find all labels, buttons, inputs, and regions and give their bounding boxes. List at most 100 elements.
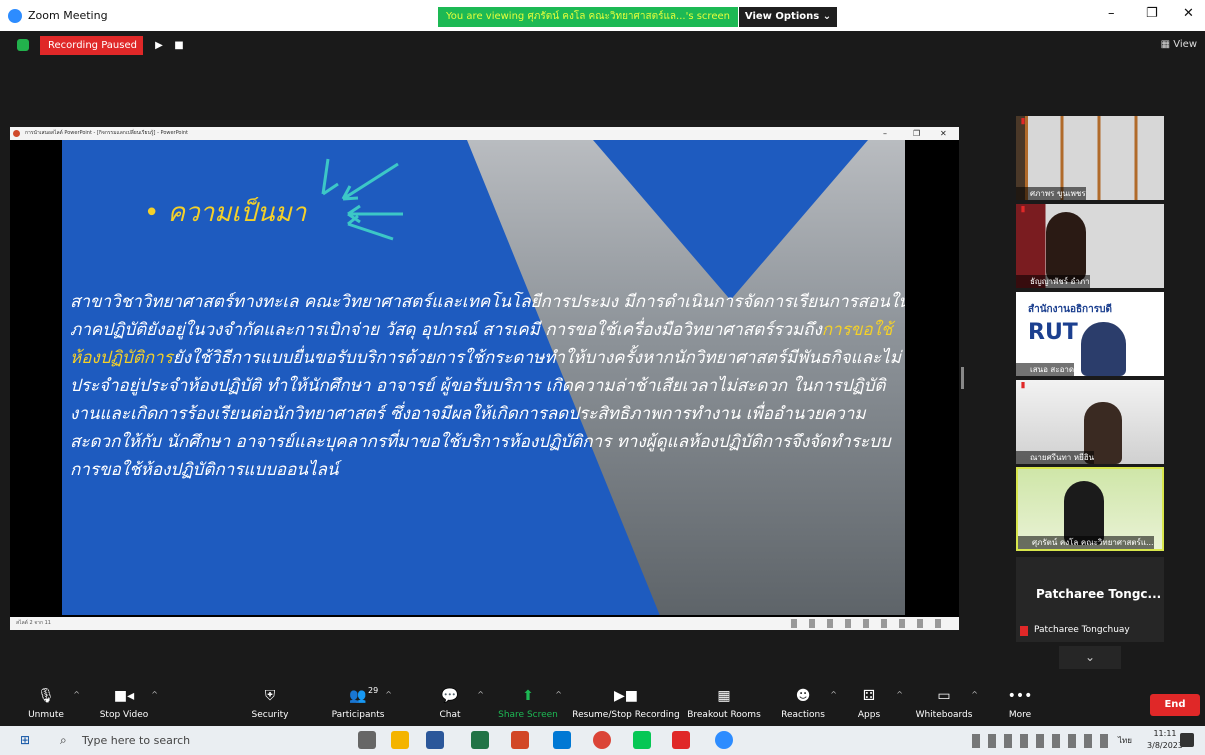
participants-label: Participants bbox=[331, 710, 385, 720]
unmute-label: Unmute bbox=[28, 710, 64, 720]
meeting-toolbar: 🎙 ^ Unmute ■◂ ^ Stop Video ⛨ Security 👥 29… bbox=[0, 682, 1205, 726]
breakout-rooms-button[interactable]: ▦ Breakout Rooms bbox=[684, 682, 764, 726]
muted-mic-icon bbox=[1021, 382, 1025, 389]
more-button[interactable]: ••• More bbox=[980, 682, 1060, 726]
shared-screen: การนำเสนอสไลด์ PowerPoint - [กิจกรรมแลกเ… bbox=[10, 127, 959, 630]
slide: • ความเป็นมา สาขาวิชาวิทยาศาสตร์ทางทะเล … bbox=[62, 140, 905, 615]
security-shield-icon: ⛨ bbox=[264, 688, 276, 704]
view-label: View bbox=[1173, 39, 1197, 50]
chevron-up-icon[interactable]: ^ bbox=[73, 690, 80, 699]
word-icon[interactable] bbox=[426, 731, 444, 749]
participant-name: Patcharee Tongchuay bbox=[1034, 625, 1130, 635]
rut-logo: RUT bbox=[1028, 320, 1078, 345]
participant-video bbox=[1081, 322, 1126, 376]
chrome-icon[interactable] bbox=[593, 731, 611, 749]
participant-name: เสนอ สะอาด bbox=[1016, 363, 1075, 376]
slide-counter: สไลด์ 2 จาก 11 bbox=[16, 620, 51, 626]
outlook-icon[interactable] bbox=[553, 731, 571, 749]
stop-video-button[interactable]: ■◂ ^ Stop Video bbox=[84, 682, 164, 726]
whiteboards-label: Whiteboards bbox=[915, 710, 973, 720]
breakout-rooms-label: Breakout Rooms bbox=[687, 710, 761, 720]
resume-recording-button[interactable]: ▶ bbox=[150, 36, 168, 55]
breakout-rooms-icon: ▦ bbox=[717, 688, 731, 704]
recording-controls-icon: ▶■ bbox=[614, 688, 638, 704]
taskbar-clock[interactable]: 11:11 3/8/2023 bbox=[1145, 728, 1185, 752]
view-controls-icon[interactable] bbox=[791, 619, 951, 628]
input-language[interactable]: ไทย bbox=[1118, 734, 1132, 747]
chevron-up-icon[interactable]: ^ bbox=[896, 690, 903, 699]
recording-status: Recording Paused bbox=[40, 36, 143, 55]
participant-display-name: Patcharee Tongc... bbox=[1036, 587, 1162, 601]
zoom-logo-icon bbox=[8, 9, 22, 23]
notification-icon[interactable] bbox=[1180, 733, 1194, 747]
participant-video bbox=[1046, 212, 1086, 282]
ppt-close-button[interactable]: ✕ bbox=[940, 127, 947, 140]
powerpoint-taskbar-icon[interactable] bbox=[511, 731, 529, 749]
system-tray-icons[interactable] bbox=[972, 734, 1108, 748]
search-icon: ⌕ bbox=[60, 733, 67, 747]
chevron-up-icon[interactable]: ^ bbox=[385, 690, 392, 699]
security-label: Security bbox=[251, 710, 289, 720]
chevron-up-icon[interactable]: ^ bbox=[477, 690, 484, 699]
recording-bar: Recording Paused ▶ ■ ▦ View bbox=[0, 31, 1205, 59]
apps-button[interactable]: ⚃ ^ Apps bbox=[829, 682, 909, 726]
participant-tile-no-video[interactable]: Patcharee Tongc... Patcharee Tongchuay bbox=[1016, 557, 1164, 642]
resume-stop-recording-button[interactable]: ▶■ Resume/Stop Recording bbox=[570, 682, 682, 726]
chevron-down-icon[interactable]: ⌄ bbox=[1059, 646, 1121, 669]
participant-tile[interactable]: สำนักงานอธิการบดี RUT เสนอ สะอาด bbox=[1016, 292, 1164, 376]
restore-button[interactable]: ❐ bbox=[1146, 6, 1158, 21]
chat-label: Chat bbox=[439, 710, 461, 720]
ppt-titlebar: การนำเสนอสไลด์ PowerPoint - [กิจกรรมแลกเ… bbox=[10, 127, 959, 140]
ppt-statusbar: สไลด์ 2 จาก 11 bbox=[10, 617, 959, 630]
chevron-up-icon[interactable]: ^ bbox=[151, 690, 158, 699]
ppt-minimize-button[interactable]: – bbox=[883, 127, 887, 140]
windows-start-icon[interactable]: ⊞ bbox=[20, 733, 35, 748]
apps-label: Apps bbox=[857, 710, 881, 720]
chevron-up-icon[interactable]: ^ bbox=[555, 690, 562, 699]
file-explorer-icon[interactable] bbox=[391, 731, 409, 749]
zoom-taskbar-icon[interactable] bbox=[715, 731, 733, 749]
share-screen-label: Share Screen bbox=[498, 710, 558, 720]
slide-body-text-2: ยังใช้วิธีการแบบยื่นขอรับบริการด้วยการใช… bbox=[70, 348, 901, 480]
window-titlebar: Zoom Meeting You are viewing ศุภรัตน์ คง… bbox=[0, 0, 1205, 31]
chevron-up-icon[interactable]: ^ bbox=[971, 690, 978, 699]
minimize-button[interactable]: – bbox=[1108, 6, 1115, 21]
end-meeting-button[interactable]: End bbox=[1150, 694, 1200, 716]
panel-resize-handle[interactable] bbox=[961, 367, 964, 389]
more-dots-icon: ••• bbox=[1007, 688, 1033, 704]
participant-tile[interactable]: ธัญญาพัชร์ อำภา bbox=[1016, 204, 1164, 288]
excel-icon[interactable] bbox=[471, 731, 489, 749]
task-view-icon[interactable] bbox=[358, 731, 376, 749]
office-header: สำนักงานอธิการบดี bbox=[1028, 304, 1112, 315]
muted-mic-icon bbox=[1021, 206, 1025, 213]
share-screen-button[interactable]: ⬆ ^ Share Screen bbox=[488, 682, 568, 726]
slide-bullet: • ความเป็นมา bbox=[144, 198, 307, 228]
participants-button[interactable]: 👥 29 ^ Participants bbox=[318, 682, 398, 726]
windows-taskbar: ⊞ ⌕ Type here to search ไทย 11:11 3/8/20… bbox=[0, 726, 1205, 755]
stop-recording-button[interactable]: ■ bbox=[170, 36, 188, 55]
stop-video-label: Stop Video bbox=[99, 710, 149, 720]
whiteboards-button[interactable]: ▭ ^ Whiteboards bbox=[904, 682, 984, 726]
participant-tile-active-speaker[interactable]: ศุภรัตน์ คงโล คณะวิทยาศาสตร์แ... bbox=[1016, 467, 1164, 551]
ppt-restore-button[interactable]: ❐ bbox=[913, 127, 920, 140]
participant-tile[interactable]: ศภาพร ขุนเพชร bbox=[1016, 116, 1164, 200]
taskbar-search[interactable]: ⌕ Type here to search bbox=[50, 730, 350, 751]
close-button[interactable]: ✕ bbox=[1183, 6, 1194, 21]
line-icon[interactable] bbox=[633, 731, 651, 749]
participants-count: 29 bbox=[368, 686, 379, 695]
shield-icon[interactable] bbox=[17, 39, 29, 51]
more-label: More bbox=[1008, 710, 1032, 720]
chat-button[interactable]: 💬 ^ Chat bbox=[410, 682, 490, 726]
security-button[interactable]: ⛨ Security bbox=[230, 682, 310, 726]
viewing-screen-banner: You are viewing ศุภรัตน์ คงโล คณะวิทยาศา… bbox=[438, 7, 738, 27]
participant-tile[interactable]: ณายศรีนทา หยีฮิน bbox=[1016, 380, 1164, 464]
search-placeholder: Type here to search bbox=[82, 734, 191, 747]
slide-body-text-1: สาขาวิชาวิทยาศาสตร์ทางทะเล คณะวิทยาศาสตร… bbox=[70, 292, 905, 340]
powerpoint-icon bbox=[13, 130, 20, 137]
acrobat-icon[interactable] bbox=[672, 731, 690, 749]
resume-stop-recording-label: Resume/Stop Recording bbox=[572, 710, 680, 720]
view-button[interactable]: ▦ View bbox=[1161, 39, 1197, 50]
unmute-button[interactable]: 🎙 ^ Unmute bbox=[6, 682, 86, 726]
ppt-window-title: การนำเสนอสไลด์ PowerPoint - [กิจกรรมแลกเ… bbox=[25, 130, 189, 136]
view-options-button[interactable]: View Options ⌄ bbox=[739, 7, 837, 27]
